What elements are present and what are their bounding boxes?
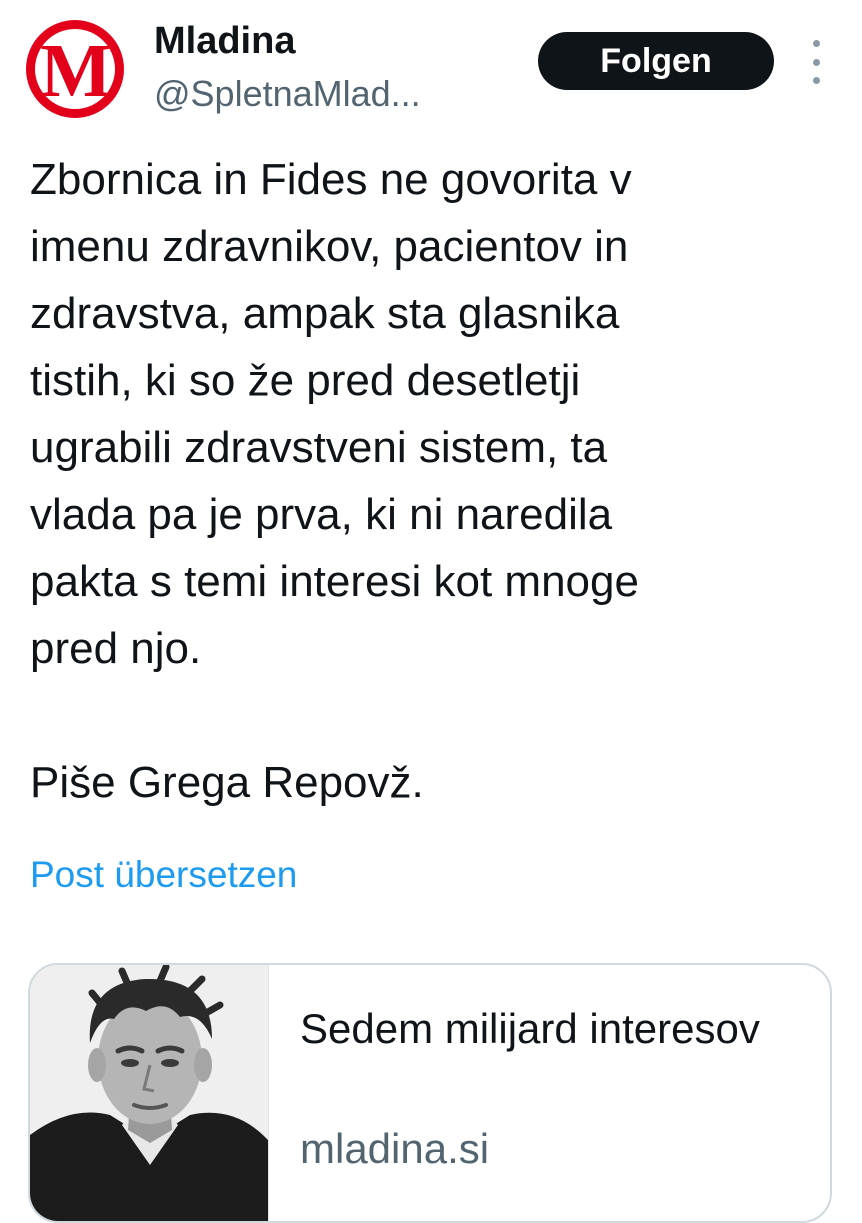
link-preview-card[interactable]: Sedem milijard interesov mladina.si	[28, 963, 832, 1223]
portrait-photo	[30, 965, 268, 1221]
more-options-dot	[812, 77, 820, 84]
link-preview-image	[30, 965, 269, 1221]
follow-button[interactable]: Folgen	[538, 32, 774, 90]
translate-post-link[interactable]: Post übersetzen	[30, 852, 297, 898]
tweet-text: Zbornica in Fides ne govorita v imenu zd…	[30, 155, 639, 807]
account-handle[interactable]: @SpletnaMlad...	[154, 72, 421, 116]
link-preview-title: Sedem milijard interesov	[300, 1005, 760, 1052]
more-options-dot	[812, 40, 820, 47]
avatar-logo-letter: M	[40, 29, 112, 113]
link-preview-domain: mladina.si	[300, 1125, 490, 1172]
more-options-icon[interactable]	[806, 40, 826, 84]
account-avatar[interactable]: M	[26, 20, 124, 118]
more-options-dot	[812, 58, 820, 66]
account-display-name[interactable]: Mladina	[154, 18, 295, 64]
avatar-logo-ring: M	[35, 29, 115, 109]
